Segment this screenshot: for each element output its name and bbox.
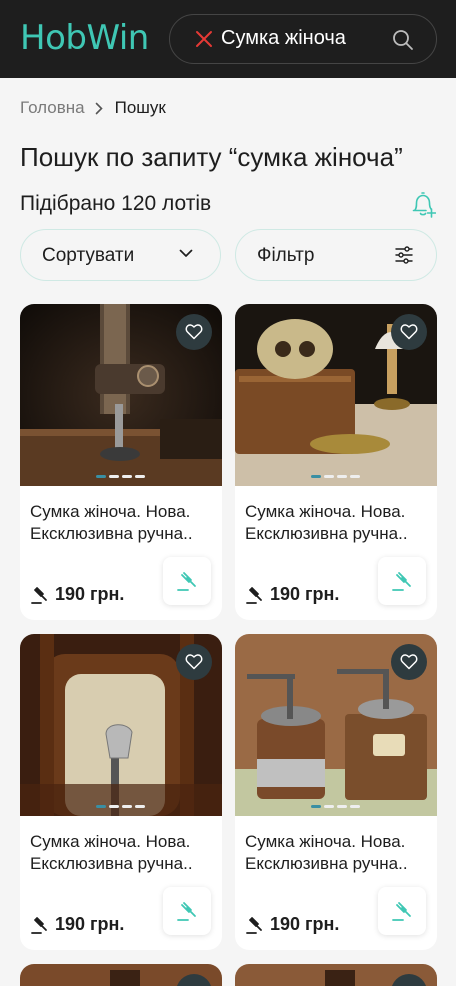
filter-button[interactable]: Фільтр [235, 229, 437, 281]
gavel-icon [31, 586, 47, 604]
breadcrumb: Головна Пошук [20, 98, 166, 118]
sort-label: Сортувати [42, 245, 135, 266]
lot-title[interactable]: Сумка жіноча. Нова. Ексклюзивна ручна.. [30, 831, 216, 875]
gavel-icon [177, 572, 196, 591]
logo[interactable]: HobWin [20, 18, 149, 58]
lot-price: 190 грн. [245, 914, 339, 935]
lot-card[interactable]: Сумка жіноча. Нова. Ексклюзивна ручна.. … [20, 304, 222, 620]
heart-icon [400, 654, 418, 670]
gavel-icon [392, 902, 411, 921]
image-pager [311, 475, 360, 478]
bid-button[interactable] [163, 557, 211, 605]
bid-button[interactable] [378, 887, 426, 935]
gavel-icon [177, 902, 196, 921]
filter-label: Фільтр [257, 245, 315, 266]
page-title: Пошук по запиту “сумка жіноча” [20, 142, 403, 172]
lot-card[interactable] [20, 964, 222, 986]
search-icon[interactable] [391, 28, 415, 52]
search-input[interactable] [221, 27, 391, 50]
lot-price: 190 грн. [30, 914, 124, 935]
gavel-icon [246, 916, 262, 934]
favorite-button[interactable] [391, 644, 427, 680]
breadcrumb-current: Пошук [114, 98, 166, 117]
bid-button[interactable] [378, 557, 426, 605]
sliders-icon [395, 246, 413, 264]
lot-card[interactable]: Сумка жіноча. Нова. Ексклюзивна ручна.. … [235, 304, 437, 620]
heart-icon [185, 654, 203, 670]
lot-title[interactable]: Сумка жіноча. Нова. Ексклюзивна ручна.. [245, 501, 431, 545]
chevron-right-icon [95, 102, 103, 114]
bid-button[interactable] [163, 887, 211, 935]
lot-title[interactable]: Сумка жіноча. Нова. Ексклюзивна ручна.. [245, 831, 431, 875]
lot-card[interactable] [235, 964, 437, 986]
favorite-button[interactable] [176, 644, 212, 680]
image-pager [96, 805, 145, 808]
bell-plus-icon[interactable] [410, 191, 436, 219]
image-pager [96, 475, 145, 478]
search-bar[interactable] [169, 14, 437, 64]
lot-card[interactable]: Сумка жіноча. Нова. Ексклюзивна ручна.. … [235, 634, 437, 950]
sort-button[interactable]: Сортувати [20, 229, 221, 281]
lot-price: 190 грн. [245, 584, 339, 605]
close-icon[interactable] [194, 29, 214, 49]
lot-title[interactable]: Сумка жіноча. Нова. Ексклюзивна ручна.. [30, 501, 216, 545]
gavel-icon [246, 586, 262, 604]
favorite-button[interactable] [391, 314, 427, 350]
breadcrumb-home[interactable]: Головна [20, 98, 85, 118]
heart-icon [185, 324, 203, 340]
lot-price: 190 грн. [30, 584, 124, 605]
chevron-down-icon [179, 249, 193, 257]
top-bar: HobWin [0, 0, 456, 78]
favorite-button[interactable] [176, 314, 212, 350]
lot-card[interactable]: Сумка жіноча. Нова. Ексклюзивна ручна.. … [20, 634, 222, 950]
heart-icon [400, 324, 418, 340]
gavel-icon [31, 916, 47, 934]
gavel-icon [392, 572, 411, 591]
image-pager [311, 805, 360, 808]
results-count: Підібрано 120 лотів [20, 192, 212, 215]
